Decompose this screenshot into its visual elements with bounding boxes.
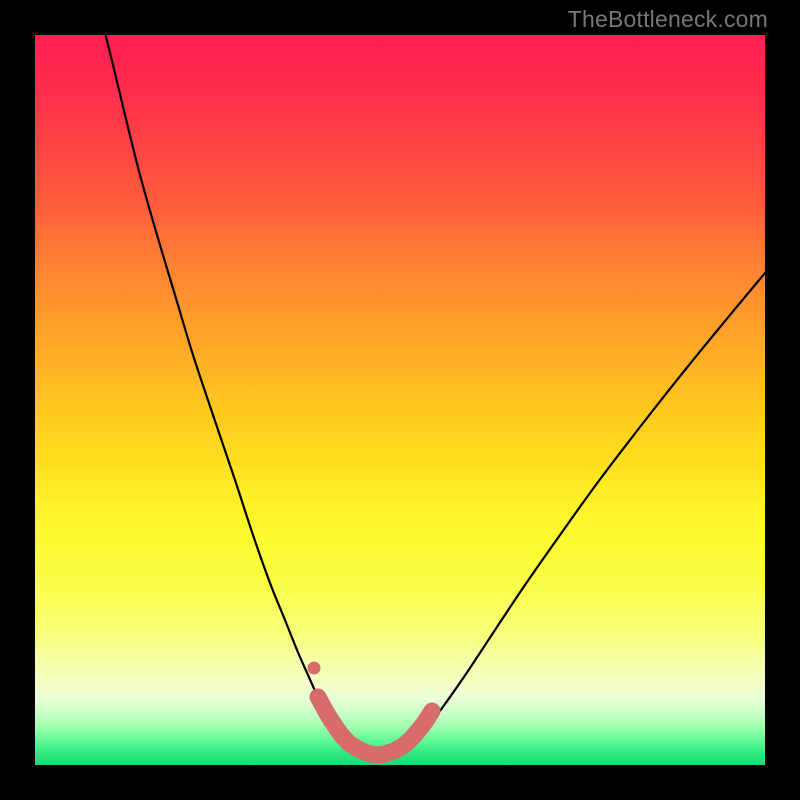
valley-marker-group xyxy=(318,697,432,755)
valley-marker-band xyxy=(318,697,432,755)
isolated-marker-dot xyxy=(308,662,321,675)
plot-area xyxy=(35,35,765,765)
v-curve-line xyxy=(103,35,765,757)
watermark-text: TheBottleneck.com xyxy=(568,6,768,33)
curve-overlay xyxy=(35,35,765,765)
isolated-marker-group xyxy=(308,662,321,675)
chart-frame: TheBottleneck.com xyxy=(0,0,800,800)
